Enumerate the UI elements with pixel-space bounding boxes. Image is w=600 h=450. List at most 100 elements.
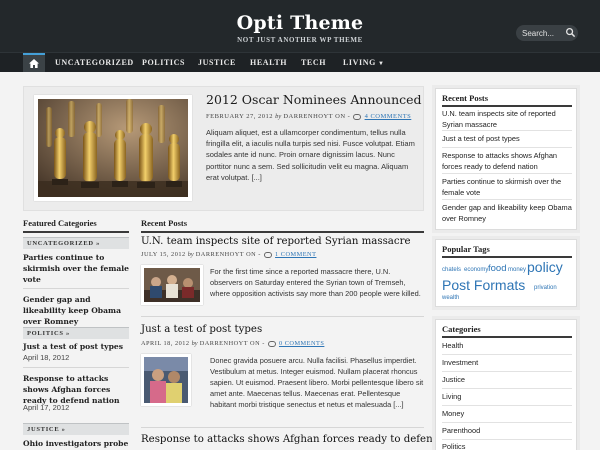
featured-categories-heading: Featured Categories (23, 218, 97, 228)
nav-home-button[interactable] (23, 53, 45, 72)
recent-posts-heading: Recent Posts (141, 218, 188, 228)
featured-post: 2012 Oscar Nominees Announced FEBRUARY 2… (23, 86, 424, 211)
sidebar-recent-item[interactable]: U.N. team inspects site of reported Syri… (442, 109, 572, 130)
divider (23, 288, 129, 289)
post-date: FEBRUARY 27, 2012 (206, 113, 273, 120)
category-post-title[interactable]: Just a test of post types (23, 341, 131, 352)
divider (442, 405, 572, 406)
divider (23, 231, 129, 233)
nav-item-tech[interactable]: TECH (301, 58, 326, 67)
site-tagline: NOT JUST ANOTHER WP THEME (237, 36, 363, 44)
search-icon[interactable] (565, 27, 576, 38)
sidebar-recent-item[interactable]: Parties continue to skirmish over the fe… (442, 177, 572, 198)
tag-link[interactable]: policy (527, 259, 563, 275)
main-nav: UNCATEGORIZED POLITICS JUSTICE HEALTH TE… (0, 52, 600, 72)
post-meta: JULY 15, 2012 by DARRENHOYT ON - 1 COMME… (141, 251, 316, 258)
search-box[interactable] (516, 25, 578, 41)
search-input[interactable] (522, 27, 566, 39)
nav-item-justice[interactable]: JUSTICE (198, 58, 236, 67)
tag-link[interactable]: food (488, 263, 507, 274)
featured-post-meta: FEBRUARY 27, 2012 by DARRENHOYT ON - 4 C… (206, 113, 411, 120)
nav-item-politics[interactable]: POLITICS (142, 58, 185, 67)
category-label-politics[interactable]: POLITICS » (23, 327, 129, 339)
tag-link[interactable]: privation (534, 285, 557, 291)
post-on: ON - (335, 113, 351, 120)
comment-icon (353, 113, 362, 120)
post-thumbnail-image (144, 357, 188, 403)
post-thumbnail-image (144, 268, 200, 302)
divider (442, 336, 572, 338)
category-post-title[interactable]: Gender gap and likeability keep Obama ov… (23, 294, 131, 327)
post-by: by (275, 113, 282, 120)
post-title[interactable]: U.N. team inspects site of reported Syri… (141, 236, 410, 247)
widget-heading: Recent Posts (442, 93, 489, 103)
post-on: ON - (250, 340, 265, 347)
divider (442, 130, 572, 131)
divider (442, 371, 572, 372)
divider (442, 422, 572, 423)
category-post-date: April 18, 2012 (23, 353, 70, 362)
category-post-title[interactable]: Parties continue to skirmish over the fe… (23, 252, 131, 285)
divider (442, 256, 572, 258)
post-on: ON - (246, 251, 261, 258)
sidebar-category-item[interactable]: Money (442, 409, 572, 420)
nav-item-health[interactable]: HEALTH (250, 58, 287, 67)
tag-link[interactable]: economy (464, 267, 488, 273)
sidebar-category-item[interactable]: Parenthood (442, 426, 572, 437)
post-by: by (187, 251, 194, 258)
sidebar-category-item[interactable]: Justice (442, 375, 572, 386)
sidebar-recent-posts-widget: Recent Posts U.N. team inspects site of … (435, 88, 577, 230)
nav-item-living-label: LIVING (343, 58, 376, 67)
sidebar-popular-tags-widget: Popular Tags chatels economy food money … (435, 239, 577, 307)
category-post-title[interactable]: Response to attacks shows Afghan forces … (23, 373, 131, 406)
widget-heading: Categories (442, 324, 481, 334)
sidebar-category-item[interactable]: Living (442, 392, 572, 403)
sidebar-recent-item[interactable]: Response to attacks shows Afghan forces … (442, 151, 572, 172)
sidebar-category-item[interactable]: Investment (442, 358, 572, 369)
divider (442, 105, 572, 107)
sidebar-category-item[interactable]: Politics (442, 442, 572, 450)
divider (442, 173, 572, 174)
post-comments-link[interactable]: 1 COMMENT (275, 251, 316, 258)
post-comments-link[interactable]: 0 COMMENTS (279, 340, 324, 347)
category-post-date: April 17, 2012 (23, 403, 70, 412)
featured-post-title[interactable]: 2012 Oscar Nominees Announced (206, 92, 422, 107)
nav-item-living[interactable]: LIVING ▼ (343, 58, 385, 67)
divider (141, 316, 424, 317)
tag-link[interactable]: wealth (442, 295, 459, 301)
tag-link[interactable]: chatels (442, 267, 461, 273)
divider (141, 427, 424, 428)
site-title[interactable]: Opti Theme (0, 12, 600, 34)
nav-item-uncategorized[interactable]: UNCATEGORIZED (55, 58, 134, 67)
post-thumbnail[interactable] (141, 354, 191, 406)
post-thumbnail[interactable] (141, 265, 203, 305)
post-by: by (191, 340, 198, 347)
widget-heading: Popular Tags (442, 244, 490, 254)
divider (442, 147, 572, 148)
site-header: Opti Theme NOT JUST ANOTHER WP THEME (0, 0, 600, 52)
divider (442, 439, 572, 440)
post-author[interactable]: DARRENHOYT (200, 340, 248, 347)
comment-icon (267, 340, 276, 347)
post-author[interactable]: DARRENHOYT (283, 113, 333, 120)
tag-link[interactable]: money (508, 267, 526, 273)
divider (442, 354, 572, 355)
tag-link[interactable]: Post Formats (442, 277, 525, 293)
sidebar-recent-item[interactable]: Gender gap and likeability keep Obama ov… (442, 203, 572, 224)
divider (442, 199, 572, 200)
oscar-statues-image (38, 99, 188, 197)
post-title[interactable]: Just a test of post types (141, 324, 262, 335)
sidebar-categories-widget: Categories Health Investment Justice Liv… (435, 319, 577, 450)
category-label-justice[interactable]: JUSTICE » (23, 423, 129, 435)
post-comments-link[interactable]: 4 COMMENTS (365, 113, 412, 120)
category-label-uncategorized[interactable]: UNCATEGORIZED » (23, 237, 129, 249)
post-title[interactable]: Response to attacks shows Afghan forces … (141, 434, 439, 445)
post-date: JULY 15, 2012 (141, 251, 186, 258)
post-date: APRIL 18, 2012 (141, 340, 190, 347)
category-post-title[interactable]: Ohio investigators probe (23, 438, 131, 449)
featured-image[interactable] (34, 95, 192, 201)
sidebar-recent-item[interactable]: Just a test of post types (442, 134, 572, 145)
sidebar-category-item[interactable]: Health (442, 341, 572, 352)
post-excerpt: Donec gravida posuere arcu. Nulla facili… (210, 356, 424, 409)
post-author[interactable]: DARRENHOYT (196, 251, 244, 258)
